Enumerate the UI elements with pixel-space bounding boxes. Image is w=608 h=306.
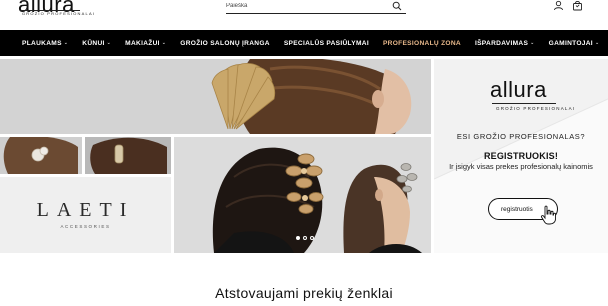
nav-label: PROFESIONALŲ ZONA — [382, 39, 461, 47]
laeti-brand-panel[interactable]: LAETI ACCESSORIES — [0, 177, 171, 253]
hair-photo — [85, 137, 171, 174]
carousel-dot-3[interactable] — [310, 236, 314, 240]
hair-photo — [0, 137, 82, 174]
chevron-down-icon: ⌄ — [594, 40, 600, 46]
promo-question: ESI GROŽIO PROFESIONALAS? — [456, 132, 586, 141]
nav-item-plaukams[interactable]: PLAUKAMS ⌄ — [22, 40, 68, 47]
carousel-dot-2[interactable] — [303, 236, 307, 240]
product-photo-1[interactable] — [0, 137, 82, 174]
promo-description: Ir įsigyk visas prekes profesionalų kain… — [449, 162, 593, 171]
nav-label: KŪNUI — [82, 39, 105, 47]
laeti-subtitle: ACCESSORIES — [60, 224, 111, 229]
chevron-down-icon: ⌄ — [63, 40, 69, 46]
nav-label: GAMINTOJAI — [548, 39, 593, 47]
chevron-down-icon: ⌄ — [106, 40, 112, 46]
site-header: allura GROŽIO PROFESIONALAI — [0, 0, 608, 30]
nav-label: SPECIALŪS PASIŪLYMAI — [283, 39, 369, 47]
chevron-down-icon: ⌄ — [161, 40, 167, 46]
nav-label: PLAUKAMS — [22, 39, 62, 47]
logo-tagline: GROŽIO PROFESIONALAI — [496, 106, 576, 111]
logo-tagline: GROŽIO PROFESIONALAI — [22, 11, 96, 16]
nav-label: MAKIAŽUI — [125, 39, 160, 47]
hero-banner-top[interactable] — [0, 59, 431, 134]
promo-headline: REGISTRUOKIS! — [483, 151, 559, 161]
pro-registration-panel: allura GROŽIO PROFESIONALAI ESI GROŽIO P… — [434, 59, 608, 253]
main-nav: PLAUKAMS ⌄ KŪNUI ⌄ MAKIAŽUI ⌄ GROŽIO SALONŲ… — [0, 30, 608, 56]
nav-item-gamintojai[interactable]: GAMINTOJAI ⌄ — [549, 40, 600, 47]
logo-wordmark: allura — [490, 77, 547, 102]
search-input[interactable] — [226, 0, 386, 12]
carousel-dots — [296, 236, 314, 240]
hero-section: LAETI ACCESSORIES allura GROŽIO PROFESIO… — [0, 59, 608, 254]
hand-pointer-icon — [540, 205, 556, 225]
nav-item-profesionalu-zona[interactable]: PROFESIONALŲ ZONA — [383, 40, 461, 47]
nav-label: IŠPARDAVIMAS — [474, 39, 529, 47]
user-icon[interactable] — [553, 0, 564, 11]
search-bar — [226, 0, 406, 14]
brands-section-title: Atstovaujami prekių ženklai — [215, 285, 393, 301]
nav-label: GROŽIO SALONŲ ĮRANGA — [180, 39, 270, 47]
nav-item-kunui[interactable]: KŪNUI ⌄ — [82, 40, 111, 47]
nav-item-ispardavimas[interactable]: IŠPARDAVIMAS ⌄ — [475, 40, 535, 47]
promo-logo: allura GROŽIO PROFESIONALAI — [490, 77, 574, 113]
cart-icon[interactable] — [572, 0, 583, 11]
nav-item-salonu-iranga[interactable]: GROŽIO SALONŲ ĮRANGA — [180, 40, 270, 47]
carousel-dot-1[interactable] — [296, 236, 300, 240]
logo-rule — [492, 103, 556, 104]
nav-item-specialus-pasiulymai[interactable]: SPECIALŪS PASIŪLYMAI — [284, 40, 369, 47]
hair-clip-photo — [0, 59, 431, 134]
chevron-down-icon: ⌄ — [530, 40, 535, 46]
product-photo-2[interactable] — [85, 137, 171, 174]
search-icon[interactable] — [392, 1, 402, 11]
site-logo[interactable]: allura GROŽIO PROFESIONALAI — [18, 0, 94, 20]
laeti-title: LAETI — [36, 199, 135, 221]
nav-item-makiazui[interactable]: MAKIAŽUI ⌄ — [125, 40, 166, 47]
